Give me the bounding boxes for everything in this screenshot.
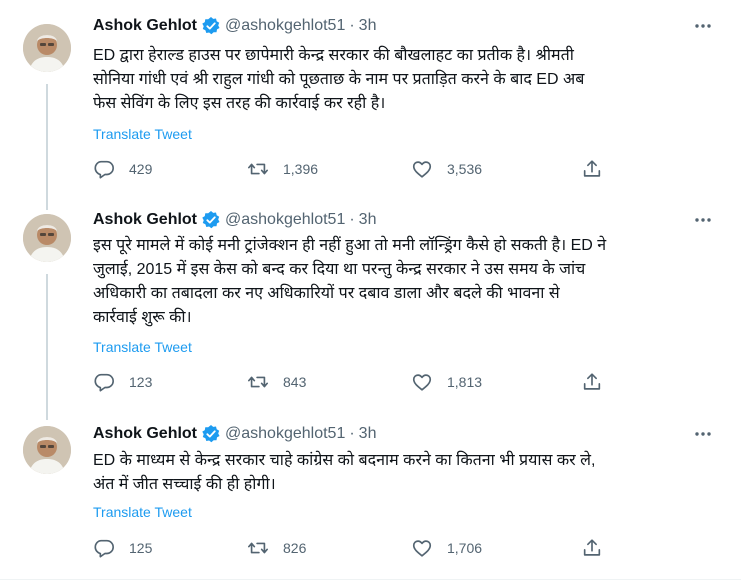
tweet-timestamp[interactable]: 3h (359, 211, 377, 229)
like-button[interactable]: 3,536 (411, 157, 482, 181)
retweet-icon (248, 542, 268, 554)
like-count: 1,706 (447, 540, 483, 556)
tweet-text-line: कार्रवाई शुरू की। (93, 309, 192, 326)
more-horizontal-icon (695, 24, 711, 28)
author-handle[interactable]: @ashokgehlot51 (225, 17, 345, 35)
share-button[interactable] (581, 157, 603, 181)
avatar-image (23, 24, 71, 72)
like-count: 3,536 (447, 161, 483, 177)
tweet-text: इस पूरे मामले में कोई मनी ट्रांजेक्शन ही… (93, 234, 705, 330)
more-horizontal-icon (695, 432, 711, 436)
translate-tweet-link[interactable]: Translate Tweet (93, 126, 192, 142)
tweet-text-line: सोनिया गांधी एवं श्री राहुल गांधी को पूछ… (93, 71, 585, 88)
tweet[interactable]: Ashok Gehlot @ashokgehlot51 · 3h ED द्वा… (0, 0, 741, 204)
retweet-count: 1,396 (283, 161, 319, 177)
author-name[interactable]: Ashok Gehlot (93, 425, 197, 443)
avatar[interactable] (23, 24, 71, 72)
share-icon (583, 160, 601, 177)
like-button[interactable]: 1,706 (411, 536, 482, 560)
tweet-timestamp[interactable]: 3h (359, 17, 377, 35)
tweet-header: Ashok Gehlot @ashokgehlot51 · 3h (93, 422, 376, 446)
author-handle[interactable]: @ashokgehlot51 (225, 425, 345, 443)
verified-badge-icon (201, 16, 221, 36)
tweet-actions: 125 826 1,706 (93, 536, 613, 560)
separator-dot: · (349, 17, 355, 34)
author-handle[interactable]: @ashokgehlot51 (225, 211, 345, 229)
tweet-text-line: अंत में जीत सच्चाई की ही होगी। (93, 476, 276, 493)
share-icon (583, 539, 601, 556)
reply-button[interactable]: 429 (93, 157, 152, 181)
tweet-actions: 123 843 1,813 (93, 370, 613, 394)
tweet-thread: Ashok Gehlot @ashokgehlot51 · 3h ED द्वा… (0, 0, 741, 580)
tweet[interactable]: Ashok Gehlot @ashokgehlot51 · 3h ED के म… (0, 414, 741, 580)
heart-icon (412, 161, 432, 178)
retweet-button[interactable]: 1,396 (247, 157, 318, 181)
tweet-text-line: जुलाई, 2015 में इस केस को बन्द कर दिया थ… (93, 261, 586, 278)
avatar[interactable] (23, 426, 71, 474)
thread-connector-line (46, 204, 48, 210)
reply-count: 123 (129, 374, 153, 390)
more-horizontal-icon (695, 218, 711, 222)
tweet-header: Ashok Gehlot @ashokgehlot51 · 3h (93, 14, 376, 38)
tweet-text-line: इस पूरे मामले में कोई मनी ट्रांजेक्शन ही… (93, 237, 607, 254)
retweet-icon (248, 376, 268, 388)
retweet-button[interactable]: 843 (247, 370, 306, 394)
retweet-icon (248, 163, 268, 175)
avatar-image (23, 426, 71, 474)
reply-icon (94, 539, 114, 558)
tweet-text-line: फेस सेविंग के लिए इस तरह की कार्रवाई कर … (93, 95, 386, 112)
tweet-actions: 429 1,396 3,536 (93, 157, 613, 181)
avatar-image (23, 214, 71, 262)
more-options-button[interactable] (693, 210, 713, 230)
heart-icon (412, 374, 432, 391)
translate-tweet-link[interactable]: Translate Tweet (93, 504, 192, 520)
avatar[interactable] (23, 214, 71, 262)
reply-icon (94, 160, 114, 179)
tweet-text-line: ED द्वारा हेराल्ड हाउस पर छापेमारी केन्द… (93, 47, 574, 64)
reply-button[interactable]: 123 (93, 370, 152, 394)
tweet-timestamp[interactable]: 3h (359, 425, 377, 443)
verified-badge-icon (201, 210, 221, 230)
author-name[interactable]: Ashok Gehlot (93, 17, 197, 35)
verified-badge-icon (201, 424, 221, 444)
more-options-button[interactable] (693, 16, 713, 36)
separator-dot: · (349, 425, 355, 442)
translate-tweet-link[interactable]: Translate Tweet (93, 339, 192, 355)
like-count: 1,813 (447, 374, 483, 390)
reply-button[interactable]: 125 (93, 536, 152, 560)
thread-connector-line (46, 414, 48, 420)
tweet-text: ED के माध्यम से केन्द्र सरकार चाहे कांग्… (93, 449, 705, 497)
author-name[interactable]: Ashok Gehlot (93, 211, 197, 229)
tweet-text: ED द्वारा हेराल्ड हाउस पर छापेमारी केन्द… (93, 44, 705, 116)
retweet-count: 843 (283, 374, 307, 390)
share-button[interactable] (581, 370, 603, 394)
tweet-text-line: ED के माध्यम से केन्द्र सरकार चाहे कांग्… (93, 452, 596, 469)
more-options-button[interactable] (693, 424, 713, 444)
reply-count: 125 (129, 540, 153, 556)
retweet-count: 826 (283, 540, 307, 556)
share-icon (583, 373, 601, 390)
separator-dot: · (349, 211, 355, 228)
thread-connector-line (46, 84, 48, 204)
tweet-text-line: अधिकारी का तबादला कर नए अधिकारियों पर दब… (93, 285, 560, 302)
reply-icon (94, 373, 114, 392)
tweet-header: Ashok Gehlot @ashokgehlot51 · 3h (93, 208, 376, 232)
heart-icon (412, 540, 432, 557)
like-button[interactable]: 1,813 (411, 370, 482, 394)
thread-connector-line (46, 274, 48, 414)
share-button[interactable] (581, 536, 603, 560)
reply-count: 429 (129, 161, 153, 177)
retweet-button[interactable]: 826 (247, 536, 306, 560)
tweet[interactable]: Ashok Gehlot @ashokgehlot51 · 3h इस पूरे… (0, 204, 741, 414)
